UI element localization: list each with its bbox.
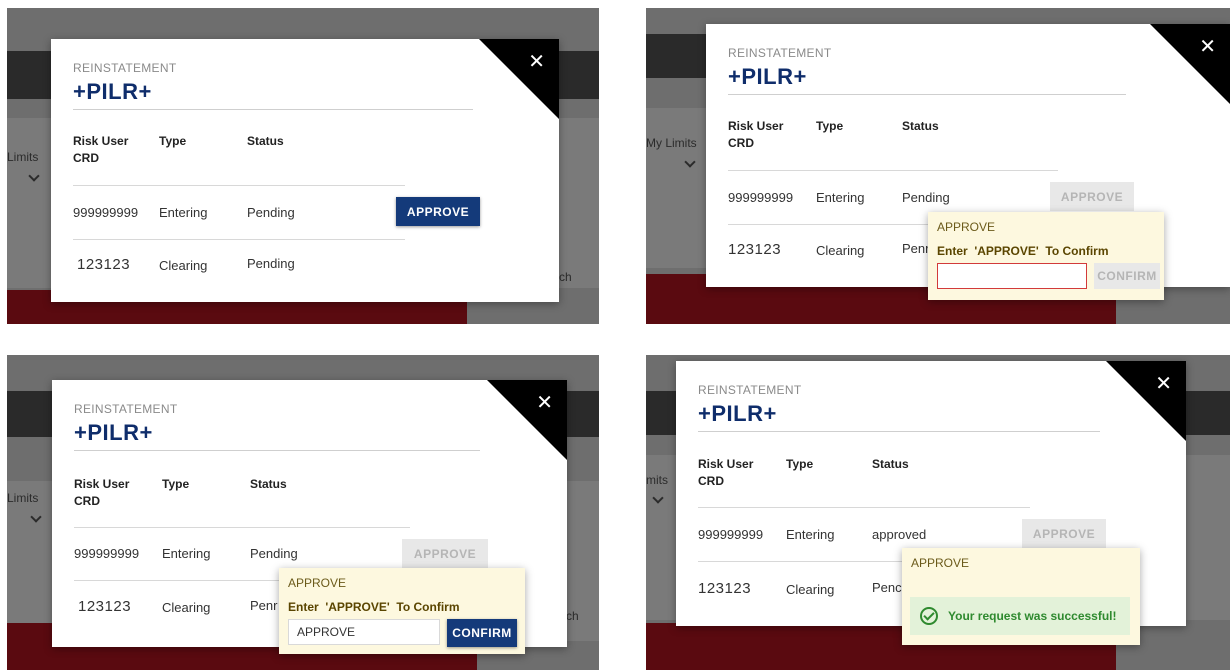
screenshot-panel-3: Limits ch ✕ REINSTATEMENT +PILR+ Risk Us…	[7, 355, 599, 670]
row-status: Pending	[902, 190, 950, 205]
approve-button[interactable]: APPROVE	[1022, 519, 1106, 548]
close-icon[interactable]: ✕	[536, 390, 553, 414]
column-header-risk-user-crd: Risk User CRD	[74, 477, 130, 508]
close-icon[interactable]: ✕	[528, 49, 545, 73]
modal-title: +PILR+	[74, 420, 153, 445]
row-status: Penc	[872, 580, 902, 595]
approve-confirm-input[interactable]	[937, 263, 1087, 289]
background-limits-label: Limits	[7, 491, 39, 505]
confirm-button[interactable]: CONFIRM	[1094, 263, 1160, 289]
modal-title: +PILR+	[73, 79, 152, 104]
row-type: Entering	[786, 527, 835, 542]
modal-eyebrow: REINSTATEMENT	[74, 402, 178, 416]
row-crd: 999999999	[698, 527, 764, 542]
row-crd: 999999999	[728, 190, 794, 205]
column-header-risk-user-crd: Risk User CRD	[728, 119, 784, 150]
row-status: Penr	[902, 241, 930, 256]
approve-button[interactable]: APPROVE	[402, 539, 488, 568]
column-header-risk-user-crd: Risk User CRD	[698, 457, 754, 488]
column-header-status: Status	[250, 477, 287, 491]
title-divider	[74, 450, 480, 451]
row-type: Entering	[159, 205, 208, 220]
row-status: Pending	[250, 546, 298, 561]
approve-button[interactable]: APPROVE	[1050, 182, 1134, 211]
column-header-risk-user-crd: Risk User CRD	[73, 134, 129, 165]
column-header-type: Type	[159, 134, 187, 148]
row-crd: 123123	[77, 256, 131, 273]
approve-confirm-popover: APPROVE Enter 'APPROVE' To Confirm CONFI…	[928, 212, 1164, 300]
check-circle-icon	[920, 607, 938, 625]
row-crd: 999999999	[74, 546, 140, 561]
success-text: Your request was successful!	[948, 609, 1117, 623]
title-divider	[73, 109, 473, 110]
modal-title: +PILR+	[698, 401, 777, 426]
popover-instruction: Enter 'APPROVE' To Confirm	[288, 600, 460, 614]
row-crd: 999999999	[73, 205, 139, 220]
popover-title: APPROVE	[937, 220, 996, 234]
background-limits-label: Limits	[7, 150, 39, 164]
row-type: Clearing	[159, 258, 208, 273]
row-status: Penr	[250, 598, 278, 613]
row-type: Entering	[162, 546, 211, 561]
title-divider	[698, 431, 1100, 432]
row-crd: 123123	[698, 580, 752, 597]
header-divider	[74, 527, 410, 528]
screenshot-panel-4: mits ch ✕ REINSTATEMENT +PILR+ Risk User…	[646, 355, 1230, 670]
success-message: Your request was successful!	[910, 597, 1130, 635]
column-header-status: Status	[902, 119, 939, 133]
approve-button[interactable]: APPROVE	[396, 197, 480, 226]
column-header-status: Status	[872, 457, 909, 471]
popover-title: APPROVE	[288, 576, 347, 590]
row-type: Clearing	[162, 600, 211, 615]
modal-eyebrow: REINSTATEMENT	[728, 46, 832, 60]
row-status: Pending	[247, 205, 295, 220]
header-divider	[698, 507, 1030, 508]
popover-title: APPROVE	[911, 556, 970, 570]
background-right-label: ch	[566, 609, 579, 623]
approve-confirm-popover: APPROVE Enter 'APPROVE' To Confirm APPRO…	[279, 568, 525, 654]
column-header-type: Type	[786, 457, 814, 471]
row-status: Pending	[247, 256, 295, 271]
approve-confirm-input[interactable]: APPROVE	[288, 619, 440, 645]
header-divider	[73, 185, 405, 186]
close-icon[interactable]: ✕	[1155, 371, 1172, 395]
modal-eyebrow: REINSTATEMENT	[698, 383, 802, 397]
header-divider	[728, 170, 1058, 171]
close-corner[interactable]: ✕	[487, 380, 567, 460]
close-corner[interactable]: ✕	[1150, 24, 1230, 104]
close-corner[interactable]: ✕	[479, 39, 559, 119]
row-crd: 123123	[728, 241, 782, 258]
popover-instruction: Enter 'APPROVE' To Confirm	[937, 244, 1109, 258]
reinstatement-modal: ✕ REINSTATEMENT +PILR+ Risk User CRD Typ…	[51, 39, 559, 302]
close-icon[interactable]: ✕	[1199, 34, 1216, 58]
modal-eyebrow: REINSTATEMENT	[73, 61, 177, 75]
row-type: Clearing	[786, 582, 835, 597]
column-header-type: Type	[162, 477, 190, 491]
screenshot-panel-1: Limits ch ✕ REINSTATEMENT +PILR+ Risk Us…	[7, 8, 599, 324]
close-corner[interactable]: ✕	[1106, 361, 1186, 441]
background-limits-label: My Limits	[646, 136, 697, 150]
confirm-button[interactable]: CONFIRM	[447, 619, 517, 647]
background-right-label: ch	[559, 270, 572, 284]
row-divider	[73, 239, 405, 240]
row-type: Clearing	[816, 243, 865, 258]
row-crd: 123123	[78, 598, 132, 615]
column-header-status: Status	[247, 134, 284, 148]
approve-success-popover: APPROVE Your request was successful!	[902, 548, 1140, 645]
title-divider	[728, 94, 1126, 95]
column-header-type: Type	[816, 119, 844, 133]
row-status: approved	[872, 527, 927, 542]
row-type: Entering	[816, 190, 865, 205]
background-limits-label: mits	[646, 473, 668, 487]
modal-title: +PILR+	[728, 64, 807, 89]
screenshot-panel-2: My Limits ch ✕ REINSTATEMENT +PILR+ Risk…	[646, 8, 1230, 324]
